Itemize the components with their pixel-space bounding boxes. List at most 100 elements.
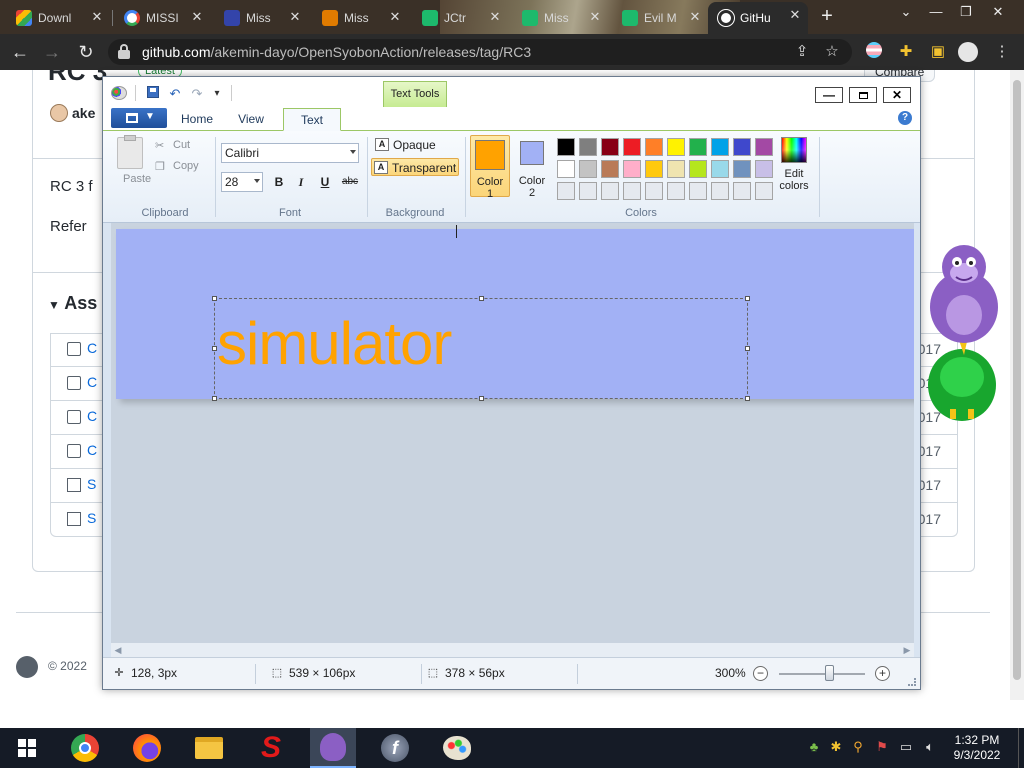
asset-name[interactable]: S xyxy=(87,476,96,492)
tray-network-icon[interactable]: ▭ xyxy=(898,739,914,755)
zoom-slider-track[interactable] xyxy=(779,673,865,675)
window-restore-icon[interactable]: ❐ xyxy=(954,2,978,24)
bonzi-buddy-character[interactable] xyxy=(920,245,1000,425)
paint-title-bar[interactable]: ↶ ↷ ▾ Text Tools — ✕ xyxy=(103,77,920,107)
tab-close-icon[interactable]: ✕ xyxy=(90,10,104,24)
redo-icon[interactable]: ↷ xyxy=(189,86,205,102)
palette-swatch[interactable] xyxy=(689,138,707,156)
paint-app-icon[interactable] xyxy=(111,86,127,100)
strikethrough-button[interactable]: abc xyxy=(339,172,361,192)
palette-swatch[interactable] xyxy=(557,160,575,178)
cut-scissors-icon[interactable]: ✂ xyxy=(155,139,164,152)
chrome-menu-icon[interactable]: ⋮ xyxy=(992,42,1012,62)
opaque-option[interactable]: A Opaque xyxy=(373,136,465,154)
palette-swatch[interactable] xyxy=(711,138,729,156)
browser-tab-4[interactable]: Miss ✕ xyxy=(312,4,408,32)
new-tab-button[interactable]: + xyxy=(816,6,838,28)
palette-swatch[interactable] xyxy=(579,138,597,156)
profile-avatar-icon[interactable] xyxy=(958,42,978,62)
resize-handle[interactable] xyxy=(745,396,750,401)
tab-close-icon[interactable]: ✕ xyxy=(388,10,402,24)
italic-button[interactable]: I xyxy=(291,172,311,192)
taskbar-flash-player[interactable]: f xyxy=(372,728,418,768)
cut-button[interactable]: Cut xyxy=(173,139,190,151)
browser-tab-2[interactable]: MISSI ✕ xyxy=(114,4,210,32)
browser-tab-3[interactable]: Miss ✕ xyxy=(214,4,308,32)
taskbar-clock[interactable]: 1:32 PM 9/3/2022 xyxy=(946,733,1008,763)
customize-qat-icon[interactable]: ▾ xyxy=(209,86,225,102)
palette-swatch[interactable] xyxy=(645,160,663,178)
browser-tab-github-active[interactable]: GitHu ✕ xyxy=(708,2,808,34)
asset-name[interactable]: C xyxy=(87,442,97,458)
asset-name[interactable]: C xyxy=(87,340,97,356)
canvas-text[interactable]: simulator xyxy=(217,309,452,378)
palette-swatch[interactable] xyxy=(623,160,641,178)
paint-close-button[interactable]: ✕ xyxy=(883,87,911,103)
tab-view[interactable]: View xyxy=(225,108,277,131)
palette-swatch[interactable] xyxy=(733,160,751,178)
zoom-slider-thumb[interactable] xyxy=(825,665,834,681)
resize-handle[interactable] xyxy=(745,346,750,351)
taskbar-firefox[interactable] xyxy=(124,728,170,768)
taskbar-file-explorer[interactable] xyxy=(186,728,232,768)
palette-swatch[interactable] xyxy=(623,138,641,156)
palette-swatch[interactable] xyxy=(645,182,663,200)
tab-home[interactable]: Home xyxy=(169,108,225,131)
edit-colors-button[interactable]: Edit colors xyxy=(777,135,811,199)
browser-tab-6[interactable]: Miss ✕ xyxy=(512,4,608,32)
url-text[interactable]: github.com/akemin-dayo/OpenSyobonAction/… xyxy=(142,44,531,60)
palette-swatch[interactable] xyxy=(711,182,729,200)
zoom-in-button[interactable]: + xyxy=(875,666,890,681)
underline-button[interactable]: U xyxy=(315,172,335,192)
browser-tab-7[interactable]: Evil M ✕ xyxy=(612,4,708,32)
palette-swatch[interactable] xyxy=(579,160,597,178)
asset-name[interactable]: S xyxy=(87,510,96,526)
horizontal-scrollbar[interactable]: ◀ ▶ xyxy=(111,643,914,657)
address-bar[interactable]: github.com/akemin-dayo/OpenSyobonAction/… xyxy=(108,39,852,65)
assets-heading[interactable]: ▼ Ass xyxy=(48,293,97,314)
palette-swatch[interactable] xyxy=(755,182,773,200)
taskbar-red-s-app[interactable]: S xyxy=(248,728,294,768)
show-desktop-button[interactable] xyxy=(1018,728,1024,768)
palette-swatch[interactable] xyxy=(689,160,707,178)
asset-name[interactable]: C xyxy=(87,374,97,390)
palette-swatch[interactable] xyxy=(733,182,751,200)
github-logo-icon[interactable] xyxy=(16,656,38,678)
palette-swatch[interactable] xyxy=(689,182,707,200)
resize-handle[interactable] xyxy=(212,296,217,301)
share-icon[interactable]: ⇪ xyxy=(792,42,812,62)
text-selection-box[interactable]: simulator xyxy=(212,296,750,401)
palette-swatch[interactable] xyxy=(667,138,685,156)
page-scrollbar[interactable] xyxy=(1010,70,1024,700)
reload-icon[interactable]: ↻ xyxy=(74,41,98,63)
tab-search-icon[interactable]: ⌄ xyxy=(894,2,918,24)
palette-swatch[interactable] xyxy=(667,160,685,178)
resize-grip-icon[interactable] xyxy=(908,678,916,686)
resize-handle[interactable] xyxy=(479,296,484,301)
palette-swatch[interactable] xyxy=(667,182,685,200)
help-icon[interactable]: ? xyxy=(898,111,912,125)
color-2-button[interactable]: Color 2 xyxy=(512,135,552,199)
palette-swatch[interactable] xyxy=(557,182,575,200)
palette-swatch[interactable] xyxy=(601,160,619,178)
paint-minimize-button[interactable]: — xyxy=(815,87,843,103)
extensions-puzzle-icon[interactable]: ✚ xyxy=(896,42,916,62)
palette-swatch[interactable] xyxy=(579,182,597,200)
save-icon[interactable] xyxy=(145,86,161,102)
tab-close-icon[interactable]: ✕ xyxy=(688,10,702,24)
tray-volume-icon[interactable]: 🔈︎ xyxy=(922,739,938,755)
transparent-option[interactable]: A Transparent xyxy=(371,158,459,176)
palette-swatch[interactable] xyxy=(733,138,751,156)
page-scrollbar-thumb[interactable] xyxy=(1013,80,1021,680)
taskbar-bonzi[interactable] xyxy=(310,728,356,768)
palette-swatch[interactable] xyxy=(755,138,773,156)
palette-swatch[interactable] xyxy=(601,138,619,156)
scroll-right-icon[interactable]: ▶ xyxy=(900,643,914,657)
palette-swatch[interactable] xyxy=(623,182,641,200)
color-1-button[interactable]: Color 1 xyxy=(470,135,510,200)
tab-close-icon[interactable]: ✕ xyxy=(190,10,204,24)
window-minimize-icon[interactable]: — xyxy=(924,2,948,24)
taskbar-chrome[interactable] xyxy=(62,728,108,768)
scroll-left-icon[interactable]: ◀ xyxy=(111,643,125,657)
tray-search-icon[interactable]: ⚲ xyxy=(850,739,866,755)
